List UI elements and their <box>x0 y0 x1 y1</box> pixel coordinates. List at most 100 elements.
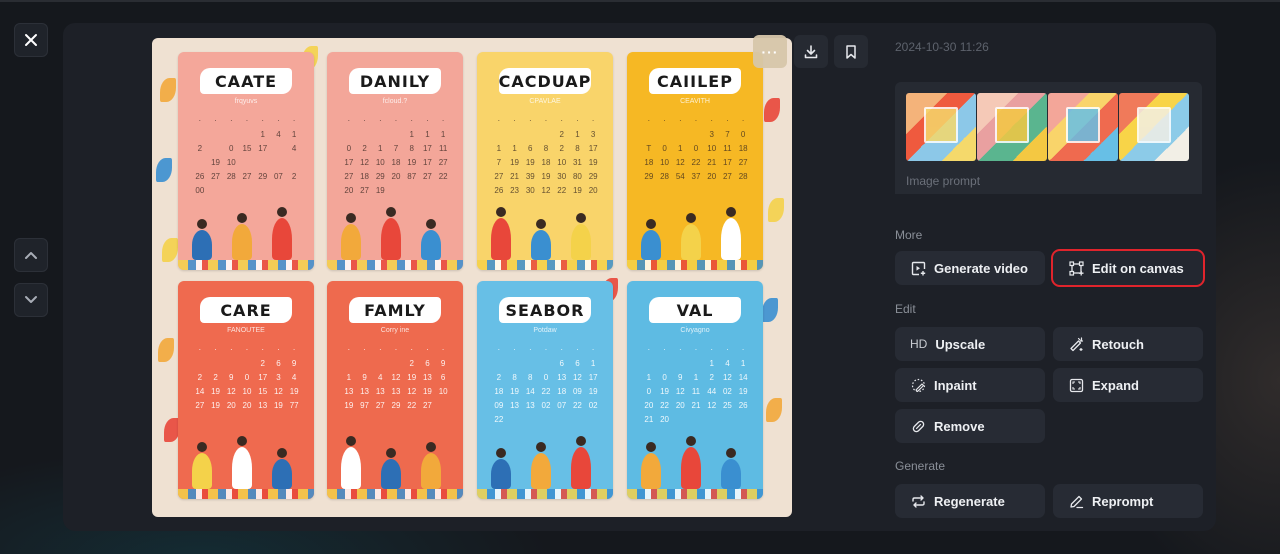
video-plus-icon <box>910 260 926 276</box>
day-number: 20 <box>675 401 685 410</box>
weekday-header: · <box>363 116 366 125</box>
inpaint-label: Inpaint <box>934 377 977 393</box>
expand-button[interactable]: Expand <box>1053 368 1203 402</box>
generate-video-button[interactable]: Generate video <box>895 251 1045 285</box>
day-number: 4 <box>291 144 297 153</box>
previous-image-button[interactable] <box>14 238 48 272</box>
day-number: 0 <box>740 130 746 139</box>
weekday-header: · <box>528 345 532 354</box>
day-number: 18 <box>494 387 504 396</box>
empty-day <box>672 359 688 368</box>
regenerate-button[interactable]: Regenerate <box>895 484 1045 518</box>
empty-day <box>522 359 538 368</box>
calendar-card-title: DANILY <box>349 68 441 94</box>
empty-day <box>538 130 554 139</box>
day-number: 21 <box>691 401 701 410</box>
day-number: 8 <box>512 373 517 382</box>
day-number: 10 <box>707 144 717 153</box>
weekday-header: · <box>741 116 745 125</box>
thumbnail-3[interactable] <box>1048 93 1118 161</box>
remove-button[interactable]: Remove <box>895 409 1045 443</box>
day-number: 3 <box>709 130 714 139</box>
inpaint-brush-icon <box>910 377 926 393</box>
download-button[interactable] <box>794 35 828 68</box>
weekday-header: · <box>678 345 682 354</box>
figure <box>681 447 701 489</box>
calendar-card-subtitle: Corry ine <box>380 327 410 334</box>
calendar-grid: · · · · · · · 1 4 1 2 0 15 17 4 19 10 26 27 28 27 29 07 2 00 <box>192 116 302 195</box>
day-number: 2 <box>559 144 564 153</box>
day-number: 28 <box>660 172 670 181</box>
day-number: 2 <box>197 144 203 153</box>
day-number: 1 <box>409 130 414 139</box>
calendar-card-subtitle: CPAVLAE <box>529 98 561 105</box>
figure-head <box>576 436 586 446</box>
day-number: 17 <box>588 373 598 382</box>
empty-day <box>688 130 704 139</box>
day-number: 0 <box>662 373 667 382</box>
regenerate-label: Regenerate <box>934 493 1005 509</box>
section-label-more: More <box>895 228 923 242</box>
figure <box>272 218 292 260</box>
day-number: 1 <box>678 144 683 153</box>
day-number: 12 <box>707 401 717 410</box>
more-options-button[interactable]: ··· <box>753 35 787 68</box>
day-number: 18 <box>541 158 551 167</box>
day-number: 6 <box>575 359 580 368</box>
weekday-header: · <box>277 345 280 354</box>
figure <box>272 459 292 489</box>
canvas-edit-icon <box>1068 260 1084 276</box>
illustration-scene <box>477 190 613 270</box>
weekday-header: · <box>513 345 516 354</box>
day-number: 4 <box>291 373 297 382</box>
figure-head <box>386 207 396 217</box>
ground-decoration <box>477 489 613 499</box>
day-number: 13 <box>258 401 268 410</box>
more-dots-icon: ··· <box>761 43 779 60</box>
day-number: 11 <box>438 144 448 153</box>
generated-image[interactable]: CAATE frqyuvs · · · · · · · 1 4 1 2 0 15 17 4 19 10 26 27 28 2… <box>152 38 792 517</box>
reprompt-button[interactable]: Reprompt <box>1053 484 1203 518</box>
thumbnail-4[interactable] <box>1119 93 1189 161</box>
weekday-header: · <box>378 345 382 354</box>
weekday-header: · <box>378 116 382 125</box>
day-number: 17 <box>422 144 432 153</box>
next-image-button[interactable] <box>14 283 48 317</box>
upscale-label: Upscale <box>935 336 986 352</box>
day-number: 15 <box>258 387 268 396</box>
empty-day <box>672 130 688 139</box>
weekday-header: · <box>347 116 351 125</box>
empty-day <box>507 130 523 139</box>
figure-head <box>496 448 506 458</box>
day-number: 2 <box>197 373 203 382</box>
inpaint-button[interactable]: Inpaint <box>895 368 1045 402</box>
calendar-grid: · · · · · · · 2 1 3 1 1 6 8 2 8 17 7 19 19 18 10 31 19 27 21 39 19 3… <box>491 116 601 195</box>
upscale-button[interactable]: HD Upscale <box>895 327 1045 361</box>
thumbnail-detail <box>1137 107 1171 143</box>
weekday-header: · <box>261 345 265 354</box>
day-number: 12 <box>226 387 236 396</box>
day-number: 4 <box>276 130 281 139</box>
day-number: 1 <box>693 373 699 382</box>
illustration-scene <box>178 419 314 499</box>
day-number: 17 <box>588 144 598 153</box>
empty-day <box>208 130 224 139</box>
retouch-button[interactable]: Retouch <box>1053 327 1203 361</box>
day-number: 27 <box>344 172 354 181</box>
illustration-scene <box>327 190 463 270</box>
close-button[interactable] <box>14 23 48 57</box>
figure-head <box>386 448 396 458</box>
day-number: 14 <box>195 387 205 396</box>
day-number: 1 <box>425 130 430 139</box>
magic-wand-icon <box>1068 336 1084 352</box>
bookmark-button[interactable] <box>834 35 868 68</box>
ground-decoration <box>477 260 613 270</box>
weekday-header: · <box>292 345 296 354</box>
thumbnail-2[interactable] <box>977 93 1047 161</box>
weekday-header: · <box>497 345 501 354</box>
day-number: 19 <box>211 158 221 167</box>
day-number: 29 <box>375 172 385 181</box>
download-icon <box>804 44 818 58</box>
thumbnail-1[interactable] <box>906 93 976 161</box>
edit-on-canvas-button[interactable]: Edit on canvas <box>1051 249 1205 287</box>
